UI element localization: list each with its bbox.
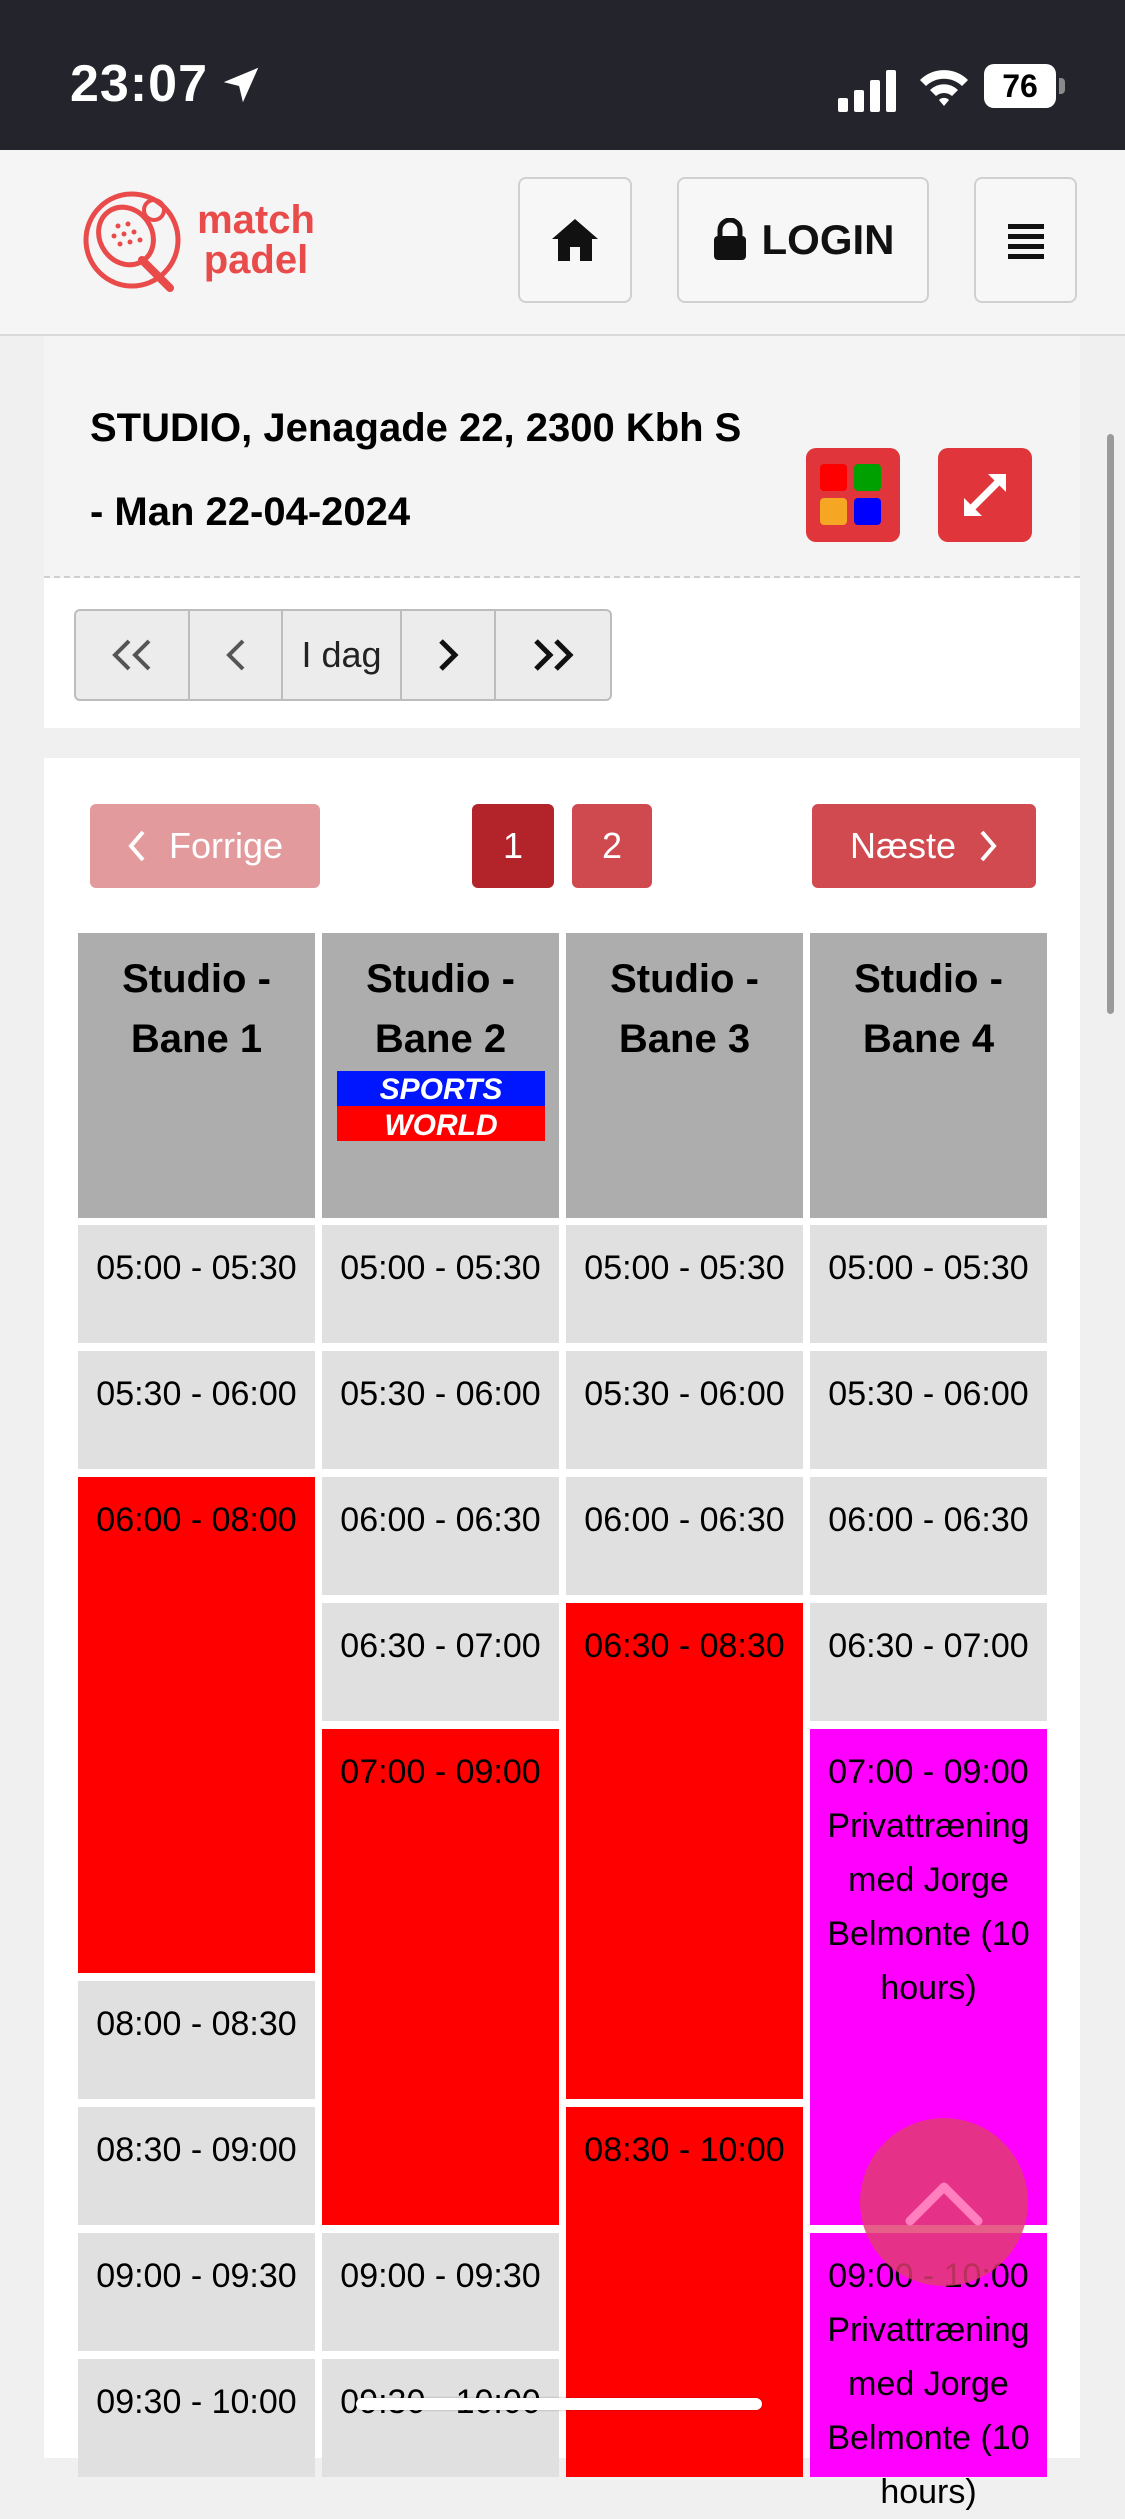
time-slot-free[interactable]: 06:00 - 06:30 bbox=[322, 1477, 559, 1595]
venue-title: STUDIO, Jenagade 22, 2300 Kbh S - Man 22… bbox=[90, 386, 810, 554]
court-name-line: Studio - bbox=[366, 957, 515, 1001]
chevron-right-icon bbox=[439, 639, 459, 671]
menu-button[interactable] bbox=[974, 177, 1077, 303]
court-header-2: Studio - Bane 2 SPORTS WORLD bbox=[322, 933, 559, 1218]
time-slot-free[interactable]: 05:30 - 06:00 bbox=[322, 1351, 559, 1469]
status-bar: 23:07 76 bbox=[0, 0, 1125, 150]
date-navigation: I dag bbox=[74, 609, 612, 701]
time-slot-free[interactable]: 06:30 - 07:00 bbox=[322, 1603, 559, 1721]
slot-time: 07:00 - 09:00 bbox=[828, 1753, 1029, 1791]
court-name-line: Studio - bbox=[610, 957, 759, 1001]
expand-arrows-icon bbox=[964, 474, 1006, 516]
time-slot-free[interactable]: 06:30 - 07:00 bbox=[810, 1603, 1047, 1721]
time-slot-booked[interactable]: 06:00 - 08:00 bbox=[78, 1477, 315, 1973]
cellular-signal-icon bbox=[838, 70, 896, 112]
logo-line-1: match bbox=[197, 198, 315, 242]
time-slot-free[interactable]: 05:30 - 06:00 bbox=[566, 1351, 803, 1469]
padel-racket-logo-icon[interactable] bbox=[74, 190, 186, 298]
location-arrow-icon bbox=[223, 67, 259, 103]
color-legend-button[interactable] bbox=[806, 448, 900, 542]
home-indicator bbox=[356, 2398, 762, 2410]
sponsor-text-bottom: WORLD bbox=[384, 1109, 497, 1141]
status-time: 23:07 bbox=[70, 55, 208, 113]
time-slot-booked[interactable]: 06:30 - 08:30 bbox=[566, 1603, 803, 2099]
chevron-left-icon bbox=[128, 830, 145, 862]
home-button[interactable] bbox=[518, 177, 632, 303]
logo-wordmark[interactable]: match padel bbox=[186, 200, 326, 280]
time-slot-free[interactable]: 09:30 - 10:00 bbox=[78, 2359, 315, 2477]
court-name-line: Studio - bbox=[854, 957, 1003, 1001]
court-header-1: Studio - Bane 1 bbox=[78, 933, 315, 1218]
court-header-4: Studio - Bane 4 bbox=[810, 933, 1047, 1218]
court-name-line: Bane 1 bbox=[130, 1017, 263, 1061]
court-name-line: Studio - bbox=[122, 957, 271, 1001]
scroll-to-top-button[interactable] bbox=[860, 2118, 1028, 2286]
sponsor-text-top: SPORTS bbox=[380, 1073, 503, 1106]
home-icon bbox=[552, 219, 598, 261]
double-chevron-left-icon bbox=[112, 639, 151, 671]
lock-icon bbox=[713, 218, 746, 260]
time-slot-free[interactable]: 06:00 - 06:30 bbox=[810, 1477, 1047, 1595]
venue-title-line-2: - Man 22-04-2024 bbox=[90, 490, 411, 534]
slot-description: Privattræning med Jorge Belmonte (10 hou… bbox=[827, 2311, 1030, 2511]
chevron-up-icon bbox=[905, 2182, 983, 2226]
battery-level: 76 bbox=[984, 64, 1056, 108]
double-chevron-right-icon bbox=[534, 639, 574, 671]
page-1-button[interactable]: 1 bbox=[472, 804, 554, 888]
next-page-button[interactable]: Næste bbox=[812, 804, 1036, 888]
time-slot-free[interactable]: 05:00 - 05:30 bbox=[78, 1225, 315, 1343]
forward-day-button[interactable] bbox=[402, 611, 496, 699]
court-name-line: Bane 3 bbox=[618, 1017, 751, 1061]
time-slot-free[interactable]: 09:30 - 10:00 bbox=[322, 2359, 559, 2477]
chevron-right-icon bbox=[980, 830, 997, 862]
wifi-icon bbox=[920, 70, 968, 106]
fullscreen-button[interactable] bbox=[938, 448, 1032, 542]
time-slot-free[interactable]: 05:00 - 05:30 bbox=[322, 1225, 559, 1343]
previous-page-button[interactable]: Forrige bbox=[90, 804, 320, 888]
time-slot-free[interactable]: 08:30 - 09:00 bbox=[78, 2107, 315, 2225]
time-slot-booked[interactable]: 07:00 - 09:00 bbox=[322, 1729, 559, 2225]
today-button[interactable]: I dag bbox=[283, 611, 402, 699]
court-header-3: Studio - Bane 3 bbox=[566, 933, 803, 1218]
time-slot-free[interactable]: 09:00 - 09:30 bbox=[322, 2233, 559, 2351]
color-grid-icon bbox=[820, 464, 847, 491]
time-slot-free[interactable]: 05:00 - 05:30 bbox=[810, 1225, 1047, 1343]
venue-header: STUDIO, Jenagade 22, 2300 Kbh S - Man 22… bbox=[44, 336, 1080, 578]
time-slot-free[interactable]: 05:30 - 06:00 bbox=[810, 1351, 1047, 1469]
login-button[interactable]: LOGIN bbox=[677, 177, 929, 303]
venue-title-line-1: STUDIO, Jenagade 22, 2300 Kbh S bbox=[90, 406, 742, 450]
time-slot-booked[interactable]: 08:30 - 10:00 bbox=[566, 2107, 803, 2477]
forward-week-button[interactable] bbox=[496, 611, 610, 699]
time-slot-free[interactable]: 09:00 - 09:30 bbox=[78, 2233, 315, 2351]
battery-icon: 76 bbox=[984, 64, 1066, 110]
court-name-line: Bane 4 bbox=[862, 1017, 995, 1061]
time-slot-free[interactable]: 05:30 - 06:00 bbox=[78, 1351, 315, 1469]
time-slot-free[interactable]: 05:00 - 05:30 bbox=[566, 1225, 803, 1343]
time-slot-free[interactable]: 08:00 - 08:30 bbox=[78, 1981, 315, 2099]
slot-description: Privattræning med Jorge Belmonte (10 hou… bbox=[827, 1807, 1030, 2007]
back-day-button[interactable] bbox=[190, 611, 283, 699]
next-label: Næste bbox=[849, 825, 957, 866]
time-slot-free[interactable]: 06:00 - 06:30 bbox=[566, 1477, 803, 1595]
hamburger-menu-icon bbox=[1007, 224, 1044, 259]
page-2-button[interactable]: 2 bbox=[572, 804, 652, 888]
login-label: LOGIN bbox=[761, 216, 895, 263]
previous-label: Forrige bbox=[168, 825, 284, 866]
court-name-line: Bane 2 bbox=[374, 1017, 507, 1061]
logo-line-2: padel bbox=[203, 238, 309, 282]
chevron-left-icon bbox=[225, 639, 244, 671]
page-scrollbar[interactable] bbox=[1107, 434, 1114, 1014]
back-week-button[interactable] bbox=[76, 611, 190, 699]
venue-panel: STUDIO, Jenagade 22, 2300 Kbh S - Man 22… bbox=[44, 336, 1080, 728]
sports-world-sponsor-logo: SPORTS WORLD bbox=[337, 1071, 545, 1141]
